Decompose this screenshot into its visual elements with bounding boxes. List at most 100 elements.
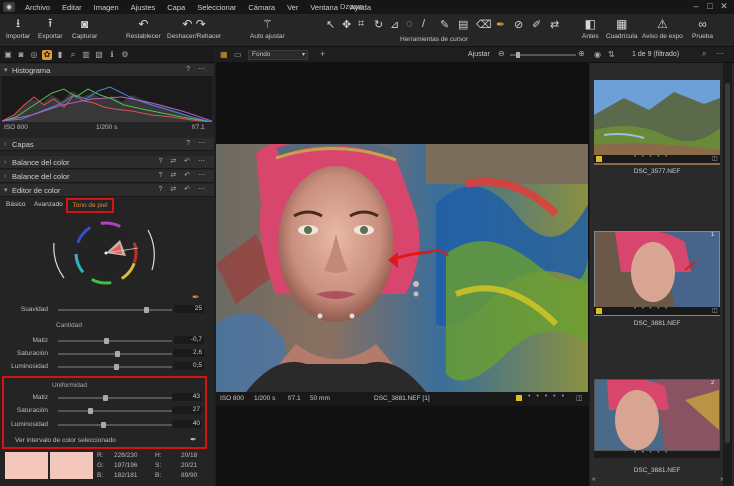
- thumbnail-2[interactable]: 1: [594, 231, 720, 316]
- menu-imagen[interactable]: Imagen: [88, 3, 125, 12]
- editor-header[interactable]: ▾ Editor de color ? ⇄ ↶ ⋯: [0, 184, 214, 197]
- cantidad-lum-knob[interactable]: [114, 364, 119, 370]
- rotate-icon[interactable]: ↻: [374, 18, 383, 31]
- menu-seleccionar[interactable]: Seleccionar: [191, 3, 242, 12]
- tab-adjust-icon[interactable]: ▧: [94, 50, 104, 60]
- unif-sat-slider[interactable]: [58, 410, 172, 412]
- menu-capa[interactable]: Capa: [161, 3, 191, 12]
- ajustar-label[interactable]: Ajustar: [468, 51, 490, 58]
- color-tag-icon[interactable]: [596, 156, 602, 162]
- histogram-header[interactable]: ▾ Histograma ? ⋯: [0, 64, 214, 77]
- zoom-in-icon[interactable]: ⊕: [578, 49, 585, 58]
- mask-icon[interactable]: /: [422, 18, 425, 30]
- unif-sat-value[interactable]: 27: [172, 406, 202, 414]
- scroll-left-icon[interactable]: «: [592, 476, 596, 483]
- cantidad-matiz-value[interactable]: -0,7: [174, 336, 204, 344]
- rating-stars[interactable]: • • • • •: [634, 154, 669, 160]
- compare-icon[interactable]: ◫: [712, 155, 718, 162]
- panel-tools-icon[interactable]: ? ⇄ ↶ ⋯: [159, 157, 208, 165]
- pan-icon[interactable]: ✥: [342, 18, 351, 31]
- annotate-icon[interactable]: ✐: [532, 18, 541, 31]
- unif-matiz-slider[interactable]: [58, 397, 172, 399]
- cantidad-sat-value[interactable]: 2,6: [174, 349, 204, 357]
- color-picker-icon[interactable]: ✒: [496, 18, 505, 31]
- suavidad-slider[interactable]: [58, 309, 172, 311]
- minimize-icon[interactable]: –: [690, 1, 702, 12]
- menu-ventana[interactable]: Ventana: [304, 3, 344, 12]
- tab-meta-icon[interactable]: ℹ: [107, 50, 117, 60]
- eyedropper-icon[interactable]: ✒: [190, 435, 197, 444]
- unif-matiz-knob[interactable]: [103, 395, 108, 401]
- gradient-icon[interactable]: ▤: [458, 18, 468, 31]
- sort-icon[interactable]: ⇅: [608, 50, 615, 59]
- auto-ajustar-button[interactable]: ⚚ Auto ajustar: [250, 16, 285, 40]
- tab-capture-icon[interactable]: ◙: [16, 50, 26, 60]
- unif-matiz-value[interactable]: 43: [172, 393, 202, 401]
- menu-ajustes[interactable]: Ajustes: [125, 3, 162, 12]
- select-cursor-icon[interactable]: ↖: [326, 18, 335, 31]
- balance-header-1[interactable]: › Balance del color ? ⇄ ↶ ⋯: [0, 156, 214, 169]
- tab-color-icon[interactable]: ✿: [42, 49, 52, 60]
- ver-intervalo-checkbox[interactable]: Ver intervalo de color seleccionado: [15, 437, 116, 444]
- scrollbar-thumb[interactable]: [725, 83, 730, 443]
- tab-settings-icon[interactable]: ⚙: [120, 50, 130, 60]
- browser-menu-icon[interactable]: ⋯: [716, 49, 724, 58]
- rating-stars[interactable]: • • • • •: [634, 450, 669, 456]
- compare-icon[interactable]: ◫: [712, 307, 718, 314]
- prueba-button[interactable]: ∞ Prueba: [692, 16, 713, 40]
- menu-editar[interactable]: Editar: [56, 3, 88, 12]
- cantidad-lum-value[interactable]: 0,5: [174, 362, 204, 370]
- cantidad-matiz-knob[interactable]: [104, 338, 109, 344]
- tab-library-icon[interactable]: ▣: [3, 50, 13, 60]
- tab-local-icon[interactable]: ▥: [81, 50, 91, 60]
- color-wheel[interactable]: [48, 218, 158, 288]
- unif-lum-knob[interactable]: [101, 422, 106, 428]
- viewer-single-icon[interactable]: ▭: [234, 50, 242, 59]
- antes-button[interactable]: ◧ Antes: [582, 16, 599, 40]
- fondo-select[interactable]: Fondo ▾: [248, 50, 308, 60]
- panel-tools-icon[interactable]: ? ⇄ ↶ ⋯: [159, 171, 208, 179]
- viewer-grid-icon[interactable]: ▦: [220, 50, 228, 59]
- thumbnail-1[interactable]: [594, 80, 720, 165]
- zoom-out-icon[interactable]: ⊖: [498, 49, 505, 58]
- panel-menu-icon[interactable]: ? ⋯: [186, 139, 208, 147]
- add-icon[interactable]: +: [320, 49, 325, 59]
- suavidad-knob[interactable]: [144, 307, 149, 313]
- menu-ver[interactable]: Ver: [281, 3, 304, 12]
- picker-icon[interactable]: ✒: [192, 292, 200, 303]
- brush-icon[interactable]: ✎: [440, 18, 449, 31]
- suavidad-value[interactable]: 25: [174, 305, 204, 313]
- tab-avanzado[interactable]: Avanzado: [34, 201, 63, 208]
- tab-tono-de-piel[interactable]: Tono de piel: [66, 198, 114, 213]
- spot-icon[interactable]: ◌: [406, 18, 413, 30]
- maximize-icon[interactable]: □: [704, 1, 716, 12]
- color-tag-icon[interactable]: [596, 308, 602, 314]
- deshacer-button[interactable]: ↶ ↷ Deshacer/Rehacer: [167, 16, 221, 40]
- rating-stars[interactable]: • • • • •: [634, 306, 669, 312]
- menu-archivo[interactable]: Archivo: [19, 3, 56, 12]
- thumbnail-3[interactable]: 2: [594, 379, 720, 451]
- search-icon[interactable]: ⌕: [702, 49, 706, 59]
- color-tag-icon[interactable]: [516, 395, 522, 401]
- panel-tools-icon[interactable]: ? ⇄ ↶ ⋯: [159, 185, 208, 193]
- importar-button[interactable]: ⭳ Importar: [6, 16, 30, 41]
- unif-lum-value[interactable]: 40: [172, 420, 202, 428]
- copy-apply-icon[interactable]: ⇄: [550, 18, 559, 31]
- unif-sat-knob[interactable]: [88, 408, 93, 414]
- cantidad-matiz-slider[interactable]: [58, 340, 172, 342]
- close-icon[interactable]: ✕: [718, 1, 730, 12]
- capturar-button[interactable]: ◙ Capturar: [72, 16, 97, 40]
- tab-lens-icon[interactable]: ◎: [29, 50, 39, 60]
- tab-basico[interactable]: Básico: [6, 201, 26, 208]
- aviso-button[interactable]: ⚠ Aviso de expo: [642, 16, 683, 40]
- crop-icon[interactable]: ⌗: [358, 18, 364, 31]
- tab-exposure-icon[interactable]: ▮: [55, 50, 65, 60]
- compare-icon[interactable]: ◫: [576, 394, 583, 402]
- rating-stars[interactable]: • • • • •: [528, 393, 566, 400]
- menu-camara[interactable]: Cámara: [242, 3, 281, 12]
- browser-scrollbar[interactable]: [723, 63, 732, 486]
- exportar-button[interactable]: ⭱ Exportar: [38, 16, 63, 41]
- zoom-knob[interactable]: [516, 52, 520, 58]
- main-photo[interactable]: [216, 144, 588, 392]
- cantidad-sat-knob[interactable]: [115, 351, 120, 357]
